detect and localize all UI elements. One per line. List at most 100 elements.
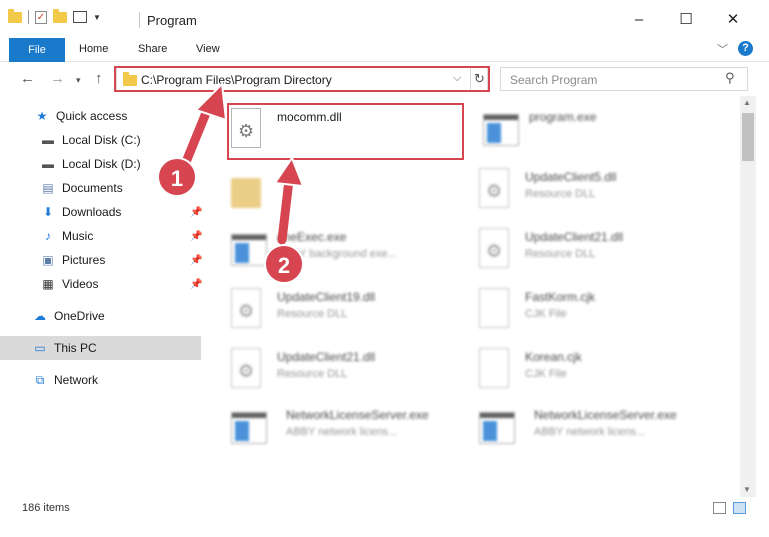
dll-icon: ⚙ <box>479 168 515 210</box>
file-item-updateclient5-dll[interactable]: ⚙ UpdateClient5.dll Resource DLL <box>479 164 719 216</box>
file-name: eneExec.exe <box>277 230 347 244</box>
sidebar-item-downloads[interactable]: ⬇ Downloads 📌 <box>40 201 202 223</box>
forward-arrow-icon[interactable]: → <box>50 70 65 87</box>
sidebar-item-label: Downloads <box>62 205 122 219</box>
file-item-updateclient19-dll[interactable]: ⚙ UpdateClient19.dll Resource DLL <box>231 284 471 336</box>
file-type: ABBY network licens... <box>286 426 398 438</box>
search-input[interactable]: Search Program ⚲ <box>500 67 748 91</box>
dll-icon: ⚙ <box>479 228 515 270</box>
title-separator <box>139 12 140 28</box>
dll-icon: ⚙ <box>231 348 267 390</box>
file-icon <box>479 288 515 330</box>
file-name: UpdateClient21.dll <box>277 350 376 364</box>
search-icon[interactable]: ⚲ <box>725 70 735 86</box>
sidebar-item-pictures[interactable]: ▣ Pictures 📌 <box>40 249 202 271</box>
file-name: Korean.cjk <box>525 350 582 364</box>
pin-icon[interactable]: 📌 <box>190 207 202 218</box>
file-item-korean-cjk[interactable]: Korean.cjk CJK File <box>479 344 719 396</box>
close-button[interactable]: ✕ <box>718 8 748 32</box>
sidebar-item-local-disk-d[interactable]: ▬ Local Disk (D:) <box>40 153 141 175</box>
recent-chevron-icon[interactable]: ▾ <box>76 75 81 86</box>
file-item-networklicenseserver-exe[interactable]: NetworkLicenseServer.exe ABBY network li… <box>479 402 719 454</box>
view-properties-icon[interactable] <box>73 11 87 23</box>
file-type: Resource DLL <box>525 188 596 200</box>
pictures-icon: ▣ <box>42 253 54 267</box>
large-icons-view-icon[interactable] <box>733 502 746 514</box>
exe-icon <box>231 406 267 448</box>
drive-icon: ▬ <box>42 133 54 147</box>
file-item-folder[interactable] <box>231 164 471 216</box>
file-item-networklicenseserver-exe[interactable]: NetworkLicenseServer.exe ABBY network li… <box>231 402 471 454</box>
file-highlight-box <box>227 103 464 160</box>
toolbar-separator <box>28 10 29 24</box>
sidebar-item-label: Quick access <box>56 109 128 123</box>
pin-icon[interactable]: 📌 <box>190 279 202 290</box>
ribbon: File Home Share View ﹀ ? <box>0 38 769 62</box>
file-name: UpdateClient19.dll <box>277 290 376 304</box>
music-icon: ♪ <box>45 229 51 243</box>
file-name: UpdateClient21.dll <box>525 230 624 244</box>
sidebar-item-network[interactable]: ⧉ Network <box>32 369 98 391</box>
sidebar-item-documents[interactable]: ▤ Documents <box>40 177 123 199</box>
file-name: NetworkLicenseServer.exe <box>286 408 429 422</box>
sidebar-item-videos[interactable]: ▦ Videos 📌 <box>40 273 202 295</box>
file-item-updateclient21-dll[interactable]: ⚙ UpdateClient21.dll Resource DLL <box>479 224 719 276</box>
pin-icon[interactable]: 📌 <box>190 255 202 266</box>
sidebar-item-label: This PC <box>54 341 97 355</box>
videos-icon: ▦ <box>42 277 54 291</box>
help-icon[interactable]: ? <box>738 41 753 56</box>
pc-icon: ▭ <box>34 341 46 355</box>
sidebar-item-label: Videos <box>62 277 99 291</box>
window-title: Program <box>147 13 197 28</box>
up-arrow-icon[interactable]: ↑ <box>95 70 103 87</box>
sidebar-item-label: Network <box>54 373 99 387</box>
status-bar: 186 items <box>0 497 769 519</box>
sidebar-item-local-disk-c[interactable]: ▬ Local Disk (C:) <box>40 129 141 151</box>
title-bar: ✓ ▼ Program – ☐ ✕ <box>0 0 769 38</box>
customize-chevron-icon[interactable]: ▼ <box>93 13 101 22</box>
exe-icon <box>479 406 515 448</box>
navigation-pane: ★ Quick access ▬ Local Disk (C:) ▬ Local… <box>0 96 205 491</box>
tab-view[interactable]: View <box>196 43 220 55</box>
scroll-down-arrow-icon[interactable]: ▼ <box>743 485 751 494</box>
folder-icon[interactable] <box>8 8 22 23</box>
pin-icon[interactable]: 📌 <box>190 231 202 242</box>
scroll-up-arrow-icon[interactable]: ▲ <box>743 98 751 107</box>
sidebar-item-label: Music <box>62 229 94 243</box>
file-name: UpdateClient5.dll <box>525 170 617 184</box>
tab-file[interactable]: File <box>9 38 65 62</box>
new-folder-icon[interactable] <box>53 8 67 23</box>
file-item-fastkorm-cjk[interactable]: FastKorm.cjk CJK File <box>479 284 719 336</box>
sidebar-item-quick-access[interactable]: ★ Quick access <box>34 105 128 127</box>
search-placeholder: Search Program <box>510 73 598 87</box>
sidebar-item-this-pc[interactable]: ▭ This PC <box>32 337 97 359</box>
address-highlight-box <box>114 66 490 92</box>
file-icon <box>479 348 515 390</box>
drive-icon: ▬ <box>42 157 54 171</box>
back-arrow-icon[interactable]: ← <box>20 70 35 87</box>
file-name: FastKorm.cjk <box>525 290 596 304</box>
details-view-icon[interactable] <box>713 502 726 514</box>
file-type: Resource DLL <box>277 368 348 380</box>
expand-ribbon-chevron-icon[interactable]: ﹀ <box>717 41 728 57</box>
star-icon: ★ <box>36 109 48 123</box>
sidebar-item-label: OneDrive <box>54 309 105 323</box>
onedrive-icon: ☁ <box>34 309 46 323</box>
minimize-button[interactable]: – <box>624 8 654 32</box>
tab-share[interactable]: Share <box>138 43 167 55</box>
file-item-program-exe[interactable]: program.exe <box>483 104 723 156</box>
tab-home[interactable]: Home <box>79 43 108 55</box>
vertical-scrollbar[interactable]: ▲ ▼ <box>740 96 756 497</box>
file-item-updateclient21-dll[interactable]: ⚙ UpdateClient21.dll Resource DLL <box>231 344 471 396</box>
sidebar-item-label: Documents <box>62 181 123 195</box>
downloads-icon: ⬇ <box>42 205 54 219</box>
maximize-button[interactable]: ☐ <box>671 8 701 32</box>
documents-icon: ▤ <box>42 181 54 195</box>
properties-check-icon[interactable]: ✓ <box>35 10 47 24</box>
exe-icon <box>483 108 519 150</box>
sidebar-item-label: Local Disk (D:) <box>62 157 141 171</box>
sidebar-item-music[interactable]: ♪ Music 📌 <box>40 225 202 247</box>
file-name: NetworkLicenseServer.exe <box>534 408 677 422</box>
sidebar-item-onedrive[interactable]: ☁ OneDrive <box>32 305 105 327</box>
scrollbar-thumb[interactable] <box>742 113 754 161</box>
